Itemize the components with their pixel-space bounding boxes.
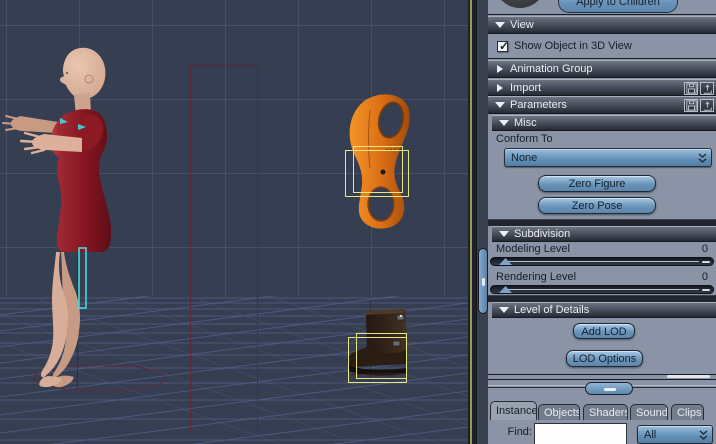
section-label: View: [510, 19, 534, 31]
working-box-edge-line: [470, 0, 472, 444]
modeling-level-value: 0: [701, 243, 708, 255]
modeling-level-row: Modeling Level 0: [488, 243, 716, 256]
find-label: Find:: [507, 426, 532, 438]
dropdown-value: None: [511, 151, 538, 164]
section-header-parameters[interactable]: Parameters: [488, 96, 716, 114]
find-filter-dropdown[interactable]: All: [637, 425, 713, 444]
scrollbar-grip: [482, 278, 485, 286]
preview-sphere: [494, 0, 546, 8]
divider-band: [488, 219, 716, 226]
horizontal-scrollbar-thumb[interactable]: [667, 375, 710, 378]
viewport-edge: [468, 0, 476, 444]
triangle-down-icon: [499, 307, 509, 313]
slider-end-mark: [702, 289, 710, 291]
triangle-down-icon: [495, 102, 505, 108]
divider: [488, 58, 716, 59]
show-object-label: Show Object in 3D View: [514, 40, 632, 52]
subsection-header-misc[interactable]: Misc: [492, 115, 716, 131]
slider-end-mark: [702, 261, 710, 263]
conform-to-dropdown[interactable]: None: [504, 148, 712, 167]
dropdown-value: All: [644, 428, 657, 441]
modeling-level-slider[interactable]: [490, 257, 714, 266]
divider-band: [488, 295, 716, 302]
section-label: Parameters: [510, 99, 567, 111]
subsection-header-subdivision[interactable]: Subdivision: [492, 226, 716, 242]
modeling-level-label: Modeling Level: [496, 243, 570, 255]
save-icon[interactable]: [684, 82, 698, 95]
slider-track: [507, 261, 699, 262]
subsection-header-level-of-details[interactable]: Level of Details: [492, 302, 716, 318]
zero-pose-button[interactable]: Zero Pose: [538, 197, 656, 214]
tab-instances[interactable]: Instances: [490, 401, 537, 420]
save-icon[interactable]: [684, 99, 698, 112]
tab-label: Instances: [496, 405, 537, 417]
tab-label: Shaders: [589, 406, 628, 419]
panel-top-strip: Apply to Children: [488, 0, 716, 14]
viewport-scene: [0, 0, 468, 444]
divider: [488, 14, 716, 15]
section-label: Animation Group: [510, 63, 593, 75]
divider: [488, 379, 716, 380]
section-header-import[interactable]: Import: [488, 79, 716, 96]
splitter-handle[interactable]: [585, 382, 633, 395]
rendering-level-row: Rendering Level 0: [488, 271, 716, 284]
load-icon[interactable]: [700, 82, 714, 95]
tab-shaders[interactable]: Shaders: [583, 404, 628, 420]
vertical-scrollbar-thumb[interactable]: [478, 248, 488, 314]
add-lod-button[interactable]: Add LOD: [573, 323, 635, 339]
conform-to-row: Conform To: [488, 133, 716, 146]
slider-track: [507, 289, 699, 290]
triangle-down-icon: [495, 22, 505, 28]
lod-options-button[interactable]: LOD Options: [566, 350, 643, 367]
triangle-right-icon: [497, 83, 503, 92]
viewport-3d[interactable]: [0, 0, 468, 444]
load-icon[interactable]: [700, 99, 714, 112]
show-object-row: ✓ Show Object in 3D View: [488, 34, 716, 58]
tab-label: Clips: [677, 406, 702, 419]
conform-to-label: Conform To: [496, 133, 553, 145]
section-label: Import: [510, 81, 542, 94]
rendering-level-slider[interactable]: [490, 285, 714, 294]
boot-buckle: [392, 340, 401, 347]
properties-panel: Apply to Children View ✓ Show Object in …: [488, 0, 716, 444]
rendering-level-label: Rendering Level: [496, 271, 577, 283]
splitter-grip: [604, 388, 616, 391]
tab-clips[interactable]: Clips: [671, 404, 704, 420]
hot-point: [380, 169, 386, 175]
tab-label: Sounds: [636, 406, 668, 419]
app-window: Apply to Children View ✓ Show Object in …: [0, 0, 716, 444]
section-header-view[interactable]: View: [488, 16, 716, 34]
triangle-right-icon: [497, 65, 503, 73]
chevron-down-icon: [699, 430, 708, 440]
section-header-animation-group[interactable]: Animation Group: [488, 60, 716, 78]
rendering-level-value: 0: [701, 271, 708, 283]
chevron-down-icon: [698, 153, 707, 163]
panel-vertical-scrollbar[interactable]: [476, 0, 488, 444]
section-label: Misc: [514, 117, 537, 129]
triangle-down-icon: [499, 231, 509, 237]
triangle-down-icon: [499, 120, 509, 126]
section-label: Subdivision: [514, 228, 571, 240]
apply-to-children-button[interactable]: Apply to Children: [558, 0, 678, 13]
zero-figure-button[interactable]: Zero Figure: [538, 175, 656, 192]
check-icon: ✓: [499, 38, 510, 53]
tab-sounds[interactable]: Sounds: [630, 404, 668, 420]
section-label: Level of Details: [514, 304, 590, 316]
tab-label: Objects: [544, 406, 580, 419]
find-input[interactable]: [534, 423, 627, 444]
show-object-checkbox[interactable]: ✓: [497, 38, 510, 53]
tab-objects[interactable]: Objects: [538, 404, 580, 420]
